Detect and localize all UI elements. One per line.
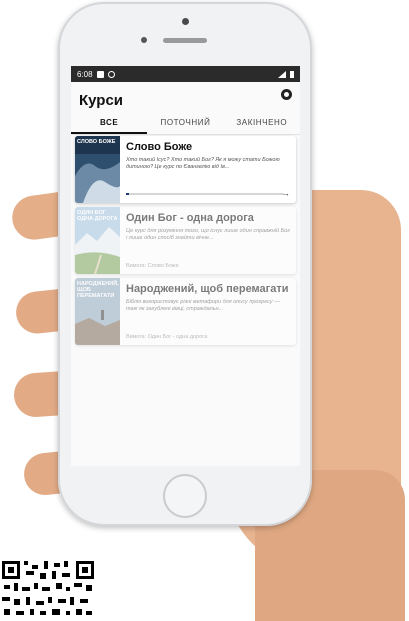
thumbnail-title: ОДИН БОГ ОДНА ДОРОГА	[77, 210, 118, 222]
course-requirement: Вимога: Один Бог - одна дорога	[126, 334, 208, 340]
sync-icon	[107, 70, 115, 78]
course-description: Біблія використовує різні метафори для о…	[126, 299, 280, 312]
status-time: 6:08	[77, 69, 93, 79]
notification-icon	[96, 70, 104, 78]
battery-icon	[290, 70, 294, 78]
home-button[interactable]	[163, 474, 207, 518]
tab-current[interactable]: ПОТОЧНИЙ	[147, 114, 223, 134]
course-thumbnail	[75, 136, 120, 203]
app-screen: 6:08 Курси ВСЕ ПОТОЧНИЙ ЗАКІНЧЕНО СЛОВО	[71, 66, 300, 466]
course-title: Слово Боже	[126, 141, 193, 153]
course-card[interactable]: СЛОВО БОЖЕ Слово Боже Хто такий Ісус? Хт…	[75, 136, 296, 203]
gear-icon[interactable]	[281, 89, 292, 100]
page-title: Курси	[79, 92, 124, 109]
course-card[interactable]: НАРОДЖЕНИЙ, ЩОБ ПЕРЕМАГАТИ Народжений, щ…	[75, 278, 296, 345]
thumbnail-title: СЛОВО БОЖЕ	[77, 139, 116, 145]
qr-code	[0, 557, 96, 621]
course-description: Це курс для розуміння того, що існує лиш…	[126, 228, 290, 241]
phone-speaker	[163, 38, 207, 43]
course-title: Один Бог - одна дорога	[126, 212, 254, 224]
tab-all[interactable]: ВСЕ	[71, 114, 148, 134]
thumbnail-title: НАРОДЖЕНИЙ, ЩОБ ПЕРЕМАГАТИ	[77, 281, 119, 299]
course-description: Хто такий Ісус? Хто такий Бог? Як я можу…	[126, 157, 280, 170]
arrow-right-icon[interactable]: →	[282, 189, 290, 198]
app-bar: Курси	[71, 82, 300, 110]
tab-bar: ВСЕ ПОТОЧНИЙ ЗАКІНЧЕНО	[71, 114, 300, 135]
scene: 6:08 Курси ВСЕ ПОТОЧНИЙ ЗАКІНЧЕНО СЛОВО	[0, 0, 409, 621]
course-card[interactable]: ОДИН БОГ ОДНА ДОРОГА Один Бог - одна дор…	[75, 207, 296, 274]
phone-sensor	[141, 37, 147, 43]
course-requirement: Вимога: Слово Боже	[126, 263, 179, 269]
course-title: Народжений, щоб перемагати	[126, 283, 289, 295]
course-progress-bar	[126, 193, 284, 195]
status-bar: 6:08	[71, 66, 300, 82]
signal-icon	[278, 70, 286, 78]
tab-finished[interactable]: ЗАКІНЧЕНО	[224, 114, 300, 134]
phone-camera	[182, 18, 189, 25]
course-progress-fill	[126, 193, 130, 195]
